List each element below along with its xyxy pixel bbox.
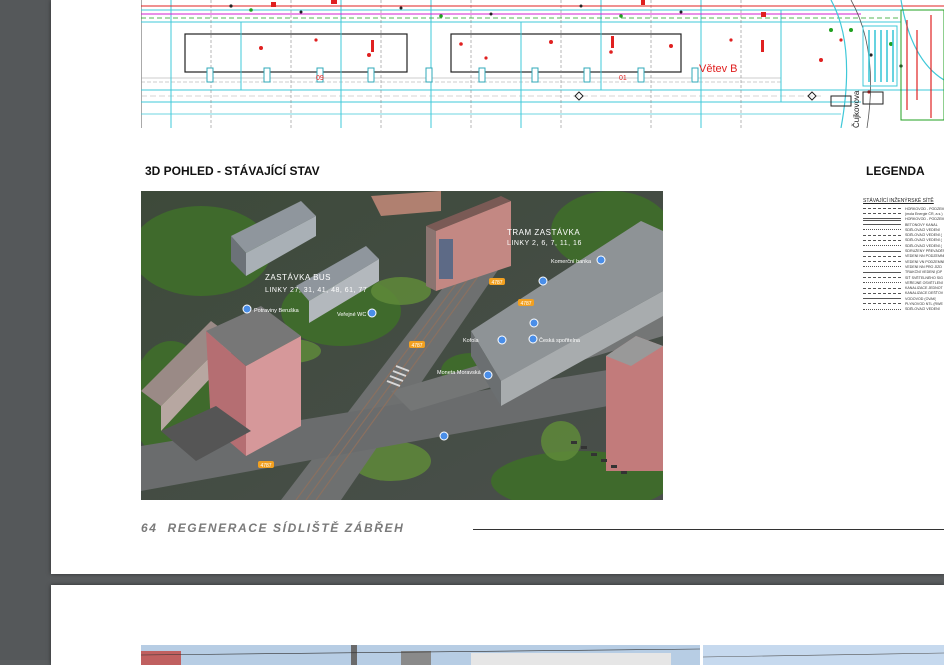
poi-label: Komerční banka — [551, 259, 592, 265]
legend-line-symbol — [863, 298, 901, 300]
legend-item-label: SDRUŽENÝ PŘEVÁDĚN — [905, 249, 944, 254]
page-number: 64 — [141, 521, 158, 535]
legend-item-label: SDĚLOVACÍ VEDENÍ — [905, 307, 940, 312]
legend-line-symbol — [863, 213, 901, 215]
legend-item-label: SDĚLOVACÍ VEDENÍ — [905, 227, 940, 232]
legend-line-symbol — [863, 229, 901, 231]
legend-line-symbol — [863, 250, 901, 252]
legend-line-symbol — [863, 234, 901, 236]
legend-item-label: VEŘEJNÉ OSVĚTLENÍ — [905, 280, 943, 285]
document-page-65 — [51, 585, 944, 665]
section-title: 3D POHLED - STÁVAJÍCÍ STAV — [145, 164, 320, 178]
legend-line-symbol — [863, 217, 901, 221]
poi-label: Veřejné WC — [337, 312, 366, 318]
legend-item-label: TRAKČNÍ VEDENÍ (DP — [905, 270, 943, 275]
legend-line-symbol — [863, 308, 901, 310]
plan-number-label: 09 — [316, 75, 324, 82]
legend-line-symbol — [863, 303, 901, 305]
street-photo-left — [141, 645, 700, 665]
poi-label: Moneta Moravská — [437, 370, 482, 376]
bus-lines-label: LINKY 27, 31, 41, 48, 61, 77 — [265, 287, 367, 294]
poi-label: Potraviny Beruška — [254, 308, 300, 314]
viewer-left-panel — [0, 0, 50, 660]
legend-item-label: HORKOVOD - PODZEMNÍ — [905, 206, 944, 211]
plan-street-label: Čujkovova — [852, 90, 861, 128]
poi-label: Česká spořitelna — [539, 337, 581, 344]
legend-item-label: KANALIZACE DEŠŤOV — [905, 291, 944, 296]
legend-item-label: VEDENÍ VN PODZEMNÍ — [905, 259, 944, 264]
legend-item-label: PLYNOVOD NTL (RWE — [905, 301, 943, 306]
road-badge: 4787 — [520, 301, 531, 307]
legend-list: STÁVAJÍCÍ INŽENÝRSKÉ SÍTĚ HORKOVOD - POD… — [863, 198, 944, 328]
legend-line-symbol — [863, 266, 901, 268]
legend-line-symbol — [863, 239, 901, 241]
legend-item-label: HORKOVOD - PODZEMNÍ — [905, 217, 944, 222]
legend-line-symbol — [863, 277, 901, 278]
legend-title: LEGENDA — [866, 164, 925, 178]
document-title: REGENERACE SÍDLIŠTĚ ZÁBŘEH — [167, 521, 405, 535]
tram-lines-label: LINKY 2, 6, 7, 11, 16 — [507, 240, 582, 247]
legend-item-label: SDĚLOVACÍ VEDENÍ ( — [905, 243, 942, 248]
legend-item-label: KANALIZACE JEDNOT — [905, 286, 943, 291]
legend-line-symbol — [863, 208, 901, 210]
legend-line-symbol — [863, 282, 901, 284]
street-photo-right — [703, 645, 944, 665]
footer-rule — [473, 529, 944, 530]
aerial-3d-view-image: 4787 4787 4787 4787 TRAM ZASTÁVKA LINKY … — [141, 191, 663, 500]
legend-line-symbol — [863, 261, 901, 263]
legend-line-symbol — [863, 224, 901, 226]
legend-item-label: (mola Energie ČR, a.s.) — [905, 211, 943, 216]
legend-item-label: VEDENÍ NN PRO JÍZD — [905, 264, 942, 269]
tram-stop-label: TRAM ZASTÁVKA — [507, 228, 580, 237]
legend-line-symbol — [863, 287, 901, 289]
legend-item-label: VODOVOD (OVAK) — [905, 296, 937, 301]
legend-item-label: SDĚLOVACÍ VEDENÍ ( — [905, 238, 942, 243]
road-badge: 4787 — [411, 343, 422, 349]
legend-line-symbol — [863, 255, 901, 257]
technical-plan-drawing: Větev B 09 01 Čujkovova — [141, 0, 944, 128]
legend-item-label: SÍŤ SVĚTELNÉHO SIG — [905, 275, 943, 280]
legend-line-symbol — [863, 292, 901, 294]
footer-title: 64 REGENERACE SÍDLIŠTĚ ZÁBŘEH — [141, 521, 404, 535]
page-footer: 64 REGENERACE SÍDLIŠTĚ ZÁBŘEH — [141, 521, 944, 537]
legend-item-label: BETONOVÝ KANÁL — [905, 222, 938, 227]
road-badge: 4787 — [260, 463, 271, 469]
road-badge: 4787 — [491, 280, 502, 286]
legend-heading: STÁVAJÍCÍ INŽENÝRSKÉ SÍTĚ — [863, 198, 934, 204]
poi-label: Kofola — [463, 338, 480, 344]
legend-line-symbol — [863, 245, 901, 247]
document-page-64: Větev B 09 01 Čujkovova 3D POHLED - STÁV… — [51, 0, 944, 574]
legend-item-label: SDĚLOVACÍ VEDENÍ ( — [905, 233, 942, 238]
plan-number-label: 01 — [619, 75, 627, 82]
legend-row: SDĚLOVACÍ VEDENÍ — [863, 307, 944, 312]
bus-stop-label: ZASTÁVKA BUS — [265, 273, 331, 282]
plan-branch-label: Větev B — [699, 63, 738, 75]
legend-item-label: VEDENÍ NN PODZEMNÍ — [905, 254, 944, 259]
legend-line-symbol — [863, 271, 901, 273]
